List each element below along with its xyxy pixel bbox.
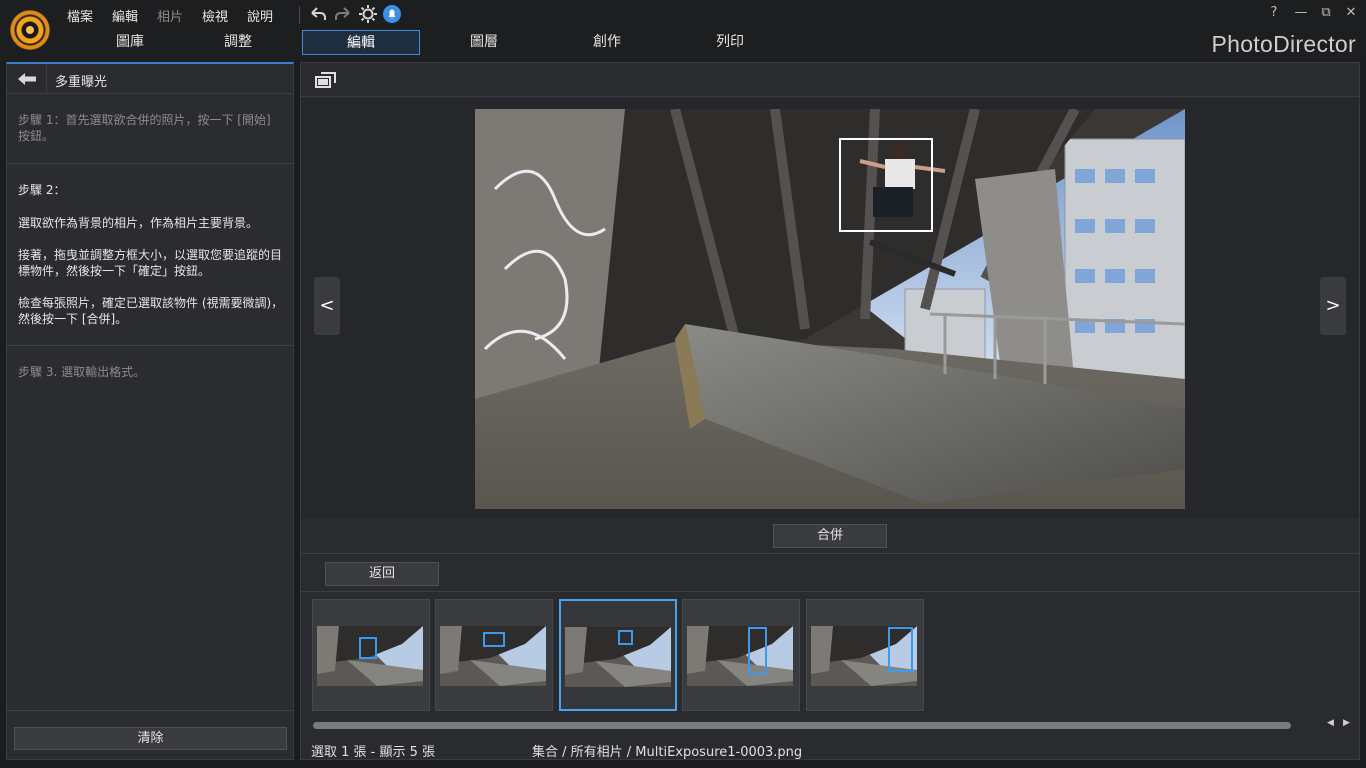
main-photo[interactable] <box>475 109 1185 509</box>
merge-button[interactable]: 合併 <box>773 524 887 548</box>
gear-icon[interactable] <box>358 4 378 24</box>
title-bar: 檔案 編輯 相片 檢視 說明 圖庫 調整 編輯 圖層 創作 列印 ? — ⧉ ✕… <box>0 0 1366 62</box>
menu-edit[interactable]: 編輯 <box>112 6 138 25</box>
back-button[interactable]: 返回 <box>325 562 439 586</box>
file-path: 集合 / 所有相片 / MultiExposure1-0003.png <box>532 745 803 760</box>
multi-exposure-panel: 多重曝光 步驟 1：首先選取欲合併的照片，按一下 [開始] 按鈕。 步驟 2： … <box>6 62 294 760</box>
clear-button[interactable]: 清除 <box>14 727 287 750</box>
previous-photo-button[interactable]: < <box>314 277 340 335</box>
status-bar: 選取 1 張 - 顯示 5 張 集合 / 所有相片 / MultiExposur… <box>301 739 1359 760</box>
notification-icon[interactable] <box>382 4 402 24</box>
step-2-title: 步驟 2： <box>18 183 66 197</box>
thumbnail-4[interactable] <box>682 599 800 711</box>
menu-view[interactable]: 檢視 <box>202 6 228 25</box>
scroll-left-icon[interactable]: ◀ <box>1327 718 1334 728</box>
undo-icon[interactable] <box>308 4 328 24</box>
tab-create[interactable]: 創作 <box>548 30 666 55</box>
back-arrow-icon[interactable] <box>7 64 47 94</box>
tab-layers[interactable]: 圖層 <box>425 30 543 55</box>
compare-view-icon[interactable] <box>315 71 337 89</box>
panel-header: 多重曝光 <box>7 64 293 94</box>
panel-title: 多重曝光 <box>55 75 108 90</box>
menu-file[interactable]: 檔案 <box>67 6 93 25</box>
thumbnail-1[interactable] <box>312 599 430 711</box>
selection-status: 選取 1 張 - 顯示 5 張 <box>311 745 436 760</box>
minimize-icon[interactable]: — <box>1292 4 1310 22</box>
menu-help[interactable]: 說明 <box>247 6 273 25</box>
step-3-text: 步驟 3. 選取輸出格式。 <box>18 365 146 379</box>
thumbnail-3[interactable] <box>559 599 677 711</box>
thumbnail-5[interactable] <box>806 599 924 711</box>
brand-name: PhotoDirector <box>1211 31 1356 57</box>
tab-print[interactable]: 列印 <box>671 30 789 55</box>
redo-icon[interactable] <box>333 4 353 24</box>
menu-photo[interactable]: 相片 <box>157 6 183 25</box>
tab-adjust[interactable]: 調整 <box>179 30 297 55</box>
thumbnail-2[interactable] <box>435 599 553 711</box>
step-1-text: 步驟 1：首先選取欲合併的照片，按一下 [開始] 按鈕。 <box>18 113 271 143</box>
restore-icon[interactable]: ⧉ <box>1317 4 1335 22</box>
app-logo <box>10 10 50 50</box>
viewer-toolbar <box>301 63 1359 97</box>
step-2-paragraph-3: 檢查每張照片，確定已選取該物件 (視需要微調)，然後按一下 [合併]。 <box>18 296 284 326</box>
next-photo-button[interactable]: > <box>1320 277 1346 335</box>
step-2-paragraph-1: 選取欲作為背景的相片，作為相片主要背景。 <box>18 216 259 230</box>
step-2-paragraph-2: 接著，拖曳並調整方框大小，以選取您要追蹤的目標物件，然後按一下「確定」按鈕。 <box>18 248 283 278</box>
tab-edit[interactable]: 編輯 <box>302 30 420 55</box>
back-row: 返回 <box>301 554 1359 592</box>
toolbar-divider <box>299 6 300 24</box>
divider <box>7 345 293 346</box>
main-workspace: < > 合併 返回 ◀ ▶ 選取 1 張 - 顯示 5 張 集合 / 所有相片 … <box>300 62 1360 760</box>
filmstrip <box>301 592 1359 718</box>
divider <box>7 163 293 164</box>
image-viewer: < > <box>301 98 1359 518</box>
close-icon[interactable]: ✕ <box>1342 4 1360 22</box>
filmstrip-scrollbar[interactable] <box>313 722 1291 729</box>
tab-library[interactable]: 圖庫 <box>71 30 189 55</box>
divider <box>7 710 293 711</box>
help-icon[interactable]: ? <box>1265 4 1283 22</box>
merge-row: 合併 <box>301 518 1359 554</box>
scroll-right-icon[interactable]: ▶ <box>1343 718 1350 728</box>
